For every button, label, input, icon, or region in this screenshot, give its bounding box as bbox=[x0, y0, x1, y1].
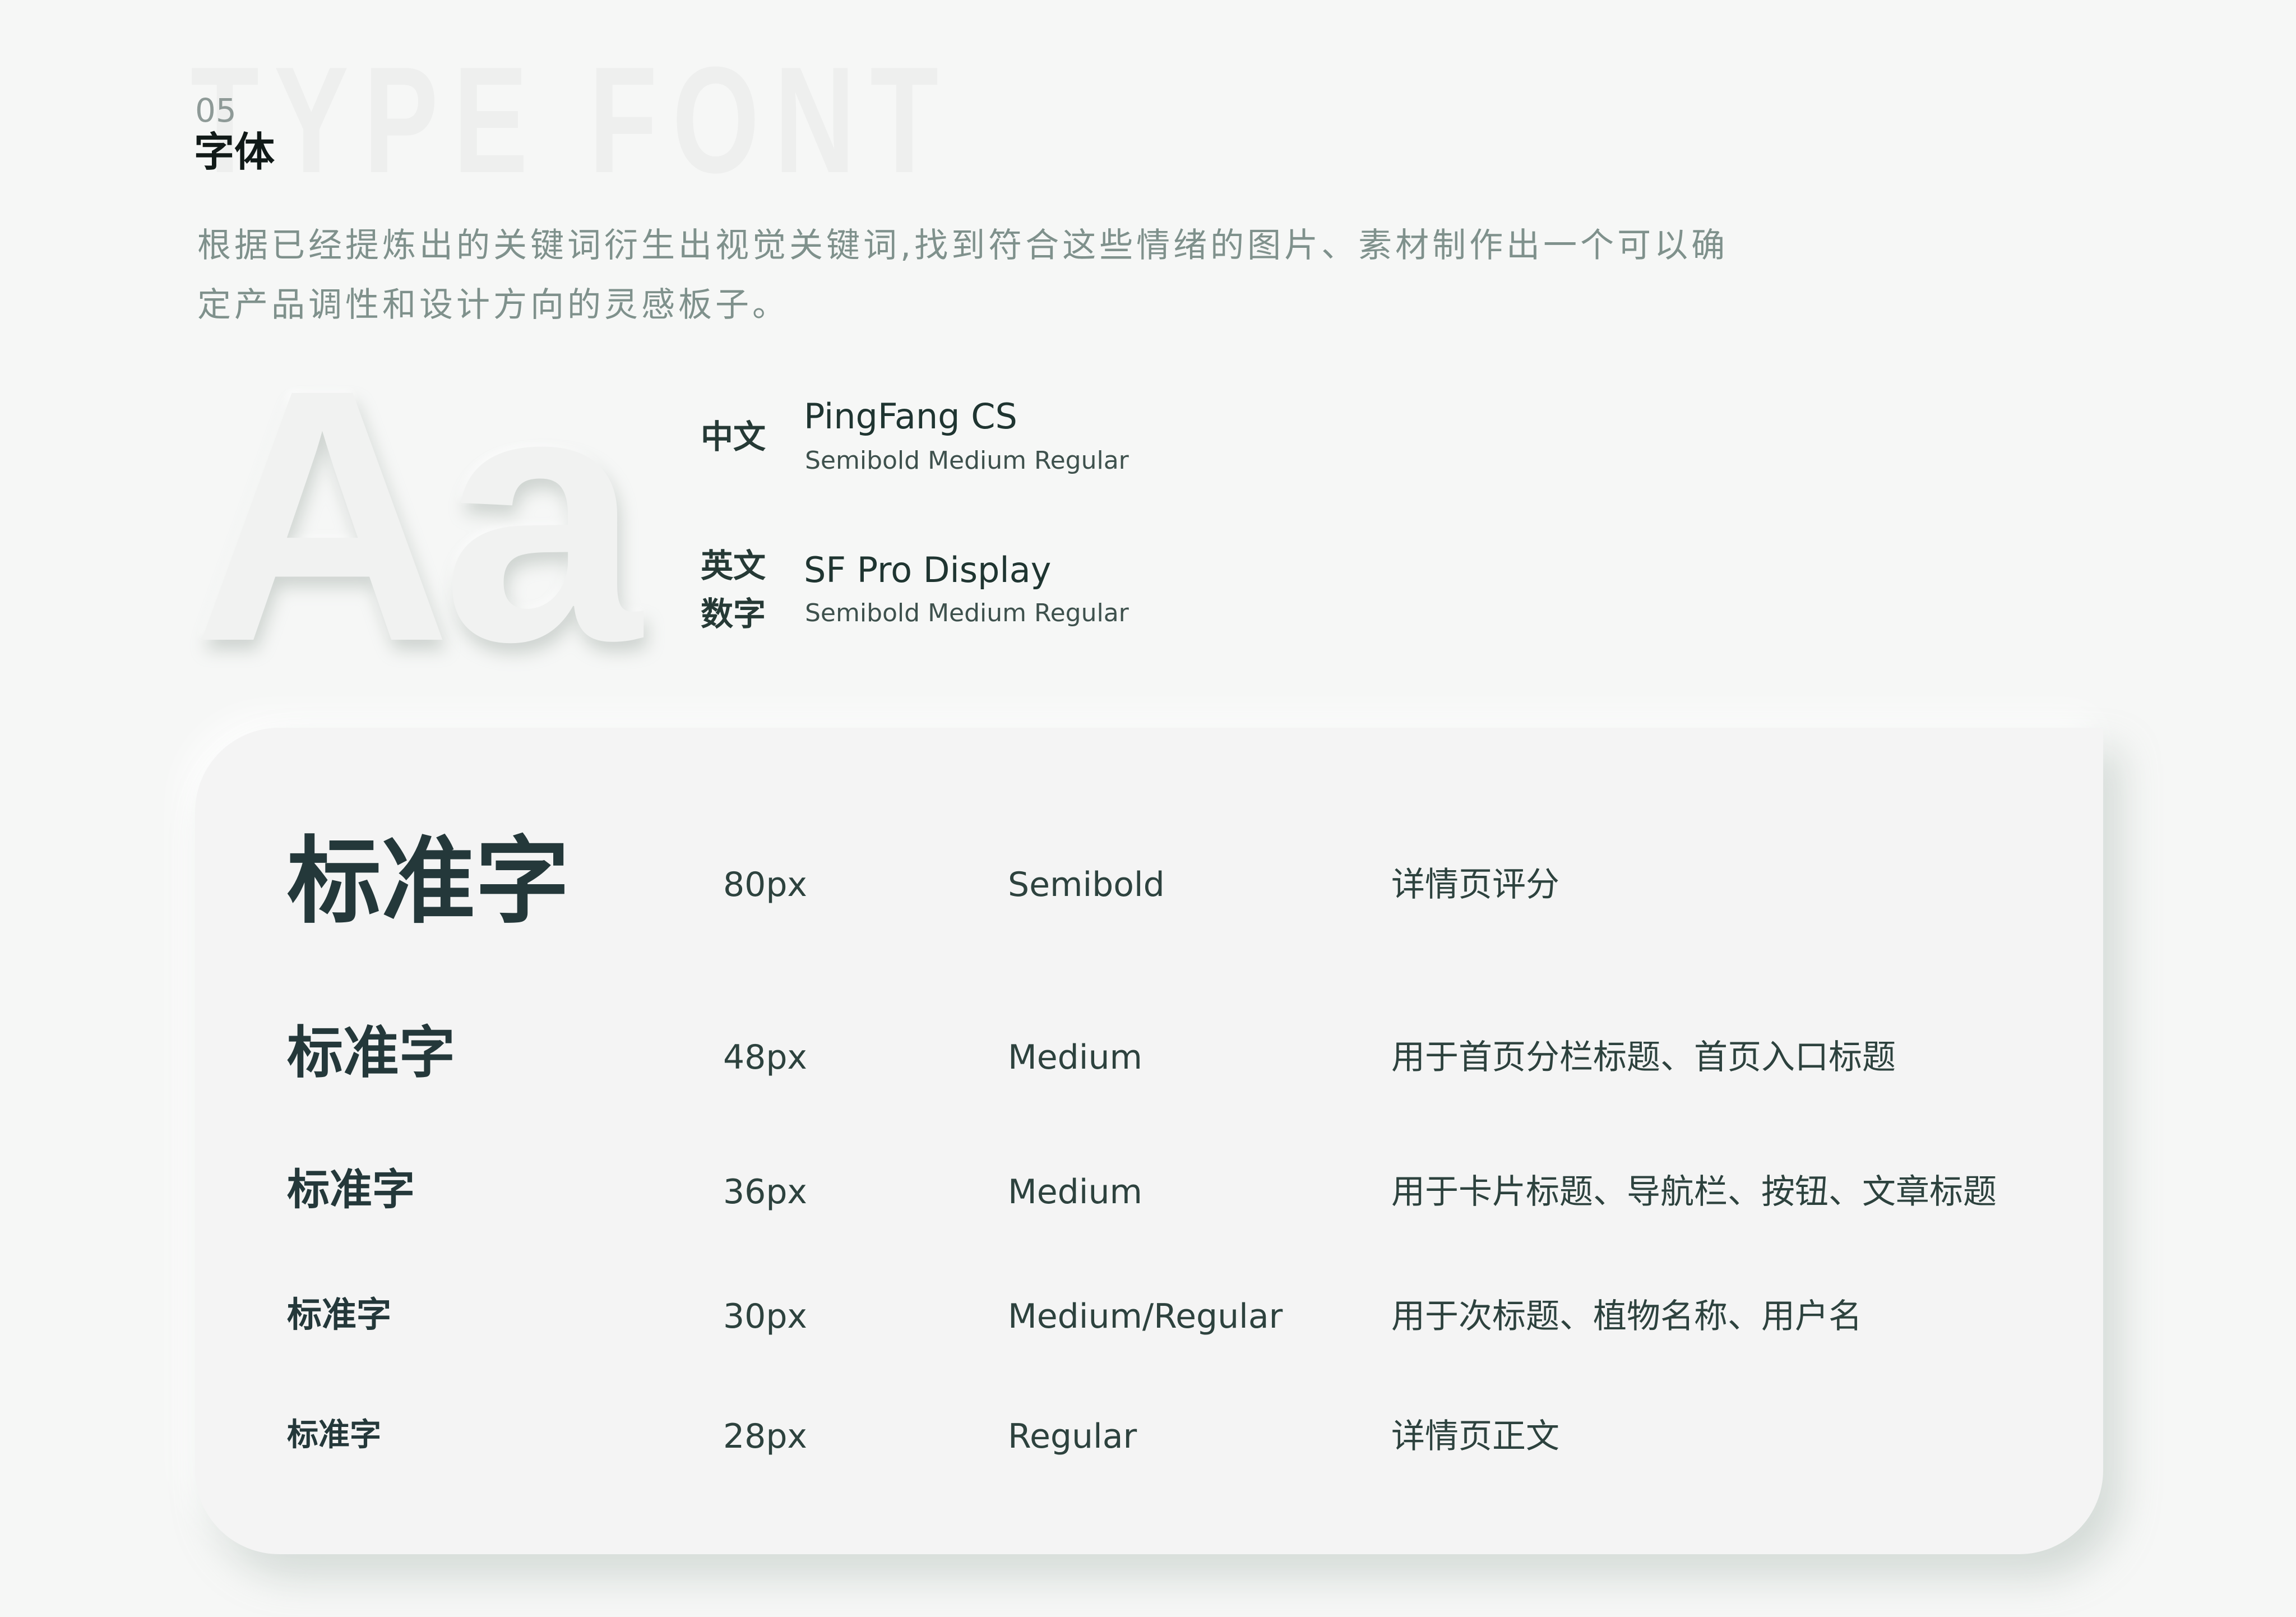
type-usage: 详情页正文 bbox=[1391, 1417, 1559, 1456]
type-sample: 标准字 bbox=[287, 1294, 392, 1335]
type-size: 48px bbox=[723, 1038, 807, 1077]
font-spec-label: 英文 数字 bbox=[701, 547, 766, 633]
aa-glyph-illustration: Aa bbox=[193, 315, 641, 716]
type-weight: Medium bbox=[1008, 1038, 1142, 1077]
type-sample: 标准字 bbox=[287, 1417, 381, 1453]
type-sample: 标准字 bbox=[287, 1165, 415, 1214]
font-spec-weights: Semibold Medium Regular bbox=[805, 599, 1129, 627]
type-usage: 用于首页分栏标题、首页入口标题 bbox=[1391, 1038, 1896, 1077]
type-sample: 标准字 bbox=[287, 1020, 455, 1085]
type-size: 30px bbox=[723, 1297, 807, 1336]
type-sample: 标准字 bbox=[287, 826, 570, 936]
type-usage: 用于卡片标题、导航栏、按钮、文章标题 bbox=[1391, 1172, 1997, 1212]
type-weight: Regular bbox=[1008, 1417, 1137, 1456]
section-watermark: TYPE FONT bbox=[191, 36, 953, 205]
type-weight: Medium/Regular bbox=[1008, 1297, 1283, 1336]
type-weight: Semibold bbox=[1008, 865, 1165, 904]
type-size: 28px bbox=[723, 1417, 807, 1456]
type-weight: Medium bbox=[1008, 1172, 1142, 1212]
font-spec-name: SF Pro Display bbox=[804, 549, 1052, 590]
type-usage: 用于次标题、植物名称、用户名 bbox=[1391, 1297, 1862, 1336]
type-scale-card: 标准字 80px Semibold 详情页评分 标准字 48px Medium … bbox=[195, 728, 2103, 1554]
type-size: 36px bbox=[723, 1172, 807, 1212]
section-number: 05 bbox=[195, 91, 237, 130]
font-spec-name: PingFang CS bbox=[804, 396, 1017, 437]
section-title: 字体 bbox=[194, 128, 275, 175]
type-size: 80px bbox=[723, 865, 807, 904]
font-spec-label: 中文 bbox=[701, 418, 766, 456]
type-usage: 详情页评分 bbox=[1391, 865, 1559, 904]
font-spec-weights: Semibold Medium Regular bbox=[805, 446, 1129, 475]
